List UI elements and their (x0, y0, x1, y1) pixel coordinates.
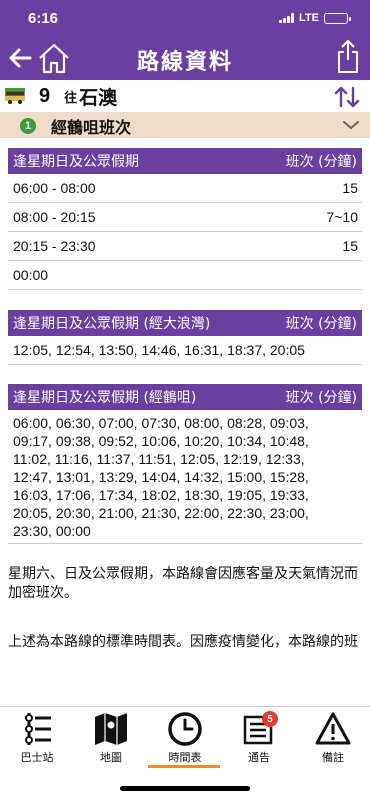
frequency-heading: 班次 (分鐘) (285, 390, 357, 406)
active-tab-indicator (148, 765, 220, 768)
time-range: 08:00 - 20:15 (13, 209, 96, 225)
times-line: 20:05, 20:30, 21:00, 21:30, 22:00, 22:30… (13, 505, 309, 521)
route-info-row: 9 往 石澳 (0, 80, 370, 113)
frequency-value: 15 (342, 180, 358, 196)
table-header: 逢星期日及公眾假期 (經大浪灣) 班次 (分鐘) (8, 310, 362, 336)
map-icon (95, 713, 127, 745)
frequency-value: 15 (342, 238, 358, 254)
table-heading: 逢星期日及公眾假期 (經大浪灣) (13, 316, 211, 332)
direction-prefix: 往 (64, 90, 78, 106)
table-row: 08:00 - 20:15 7~10 (8, 203, 362, 232)
times-line: 11:02, 11:16, 11:37, 11:51, 12:05, 12:19… (13, 451, 305, 467)
tab-notices[interactable]: 5 通告 (222, 711, 296, 771)
tab-label: 備註 (322, 751, 344, 764)
table-heading: 逢星期日及公眾假期 (13, 154, 139, 170)
note-text: 上述為本路線的標準時間表。因應疫情變化，本路線的班 (8, 634, 358, 650)
table-heading: 逢星期日及公眾假期 (經鶴咀) (13, 390, 197, 406)
departure-times: 12:05, 12:54, 13:50, 14:46, 16:31, 18:37… (13, 342, 305, 358)
tab-map[interactable]: 地圖 (74, 711, 148, 771)
nav-bar: 路線資料 (0, 36, 370, 80)
variant-badge: 1 (20, 117, 36, 134)
home-indicator (120, 786, 250, 791)
times-line: 09:17, 09:38, 09:52, 10:06, 10:20, 10:34… (13, 433, 309, 449)
table-header: 逢星期日及公眾假期 (經鶴咀) 班次 (分鐘) (8, 384, 362, 410)
frequency-value: 7~10 (326, 209, 358, 225)
status-time: 6:16 (28, 9, 59, 27)
table-row: 20:15 - 23:30 15 (8, 232, 362, 261)
clock-icon (168, 712, 202, 746)
variant-selector[interactable]: 1 經鶴咀班次 (0, 113, 370, 138)
app-header: 6:16 LTE 路線資料 (0, 0, 370, 80)
time-range: 06:00 - 08:00 (13, 180, 96, 196)
note-text: 星期六、日及公眾假期，本路線會因應客量及天氣情況而加密班次。 (8, 566, 358, 601)
route-destination: 石澳 (79, 86, 118, 109)
tab-label: 時間表 (168, 751, 202, 764)
departure-times-block: 06:00, 06:30, 07:00, 07:30, 08:00, 08:28… (8, 414, 362, 544)
chevron-down-icon[interactable] (342, 118, 360, 132)
notification-badge: 5 (262, 711, 278, 727)
tab-bus-stops[interactable]: 巴士站 (0, 711, 74, 771)
frequency-heading: 班次 (分鐘) (285, 154, 357, 170)
page-title: 路線資料 (136, 50, 233, 75)
time-range: 20:15 - 23:30 (13, 238, 96, 254)
table-header: 逢星期日及公眾假期 班次 (分鐘) (8, 148, 362, 174)
tab-remarks[interactable]: 備註 (296, 711, 370, 771)
share-icon[interactable] (336, 38, 360, 74)
tab-label: 地圖 (100, 751, 122, 764)
tab-timetable[interactable]: 時間表 (148, 711, 222, 771)
status-bar: 6:16 LTE (0, 0, 370, 36)
time-range: 00:00 (13, 267, 49, 283)
variant-label: 經鶴咀班次 (51, 117, 132, 137)
tab-label: 巴士站 (20, 751, 54, 764)
table-row: 00:00 (8, 261, 362, 290)
swap-direction-icon[interactable] (334, 85, 360, 109)
bus-stop-icon (25, 713, 51, 745)
times-line: 23:30, 00:00 (13, 523, 91, 539)
network-label: LTE (299, 12, 319, 24)
times-line: 06:00, 06:30, 07:00, 07:30, 08:00, 08:28… (13, 415, 309, 431)
status-indicators: LTE (279, 12, 351, 24)
frequency-heading: 班次 (分鐘) (285, 316, 357, 332)
table-row: 12:05, 12:54, 13:50, 14:46, 16:31, 18:37… (8, 336, 362, 365)
warning-icon (315, 712, 351, 745)
times-line: 16:03, 17:06, 17:34, 18:02, 18:30, 19:05… (13, 487, 309, 503)
signal-icon (279, 13, 295, 23)
battery-icon (324, 12, 351, 24)
route-number: 9 (39, 84, 51, 107)
bus-icon (5, 88, 25, 104)
table-row: 06:00 - 08:00 15 (8, 174, 362, 203)
times-line: 12:47, 13:01, 13:29, 14:04, 14:32, 15:00… (13, 469, 309, 485)
tab-label: 通告 (248, 751, 270, 764)
